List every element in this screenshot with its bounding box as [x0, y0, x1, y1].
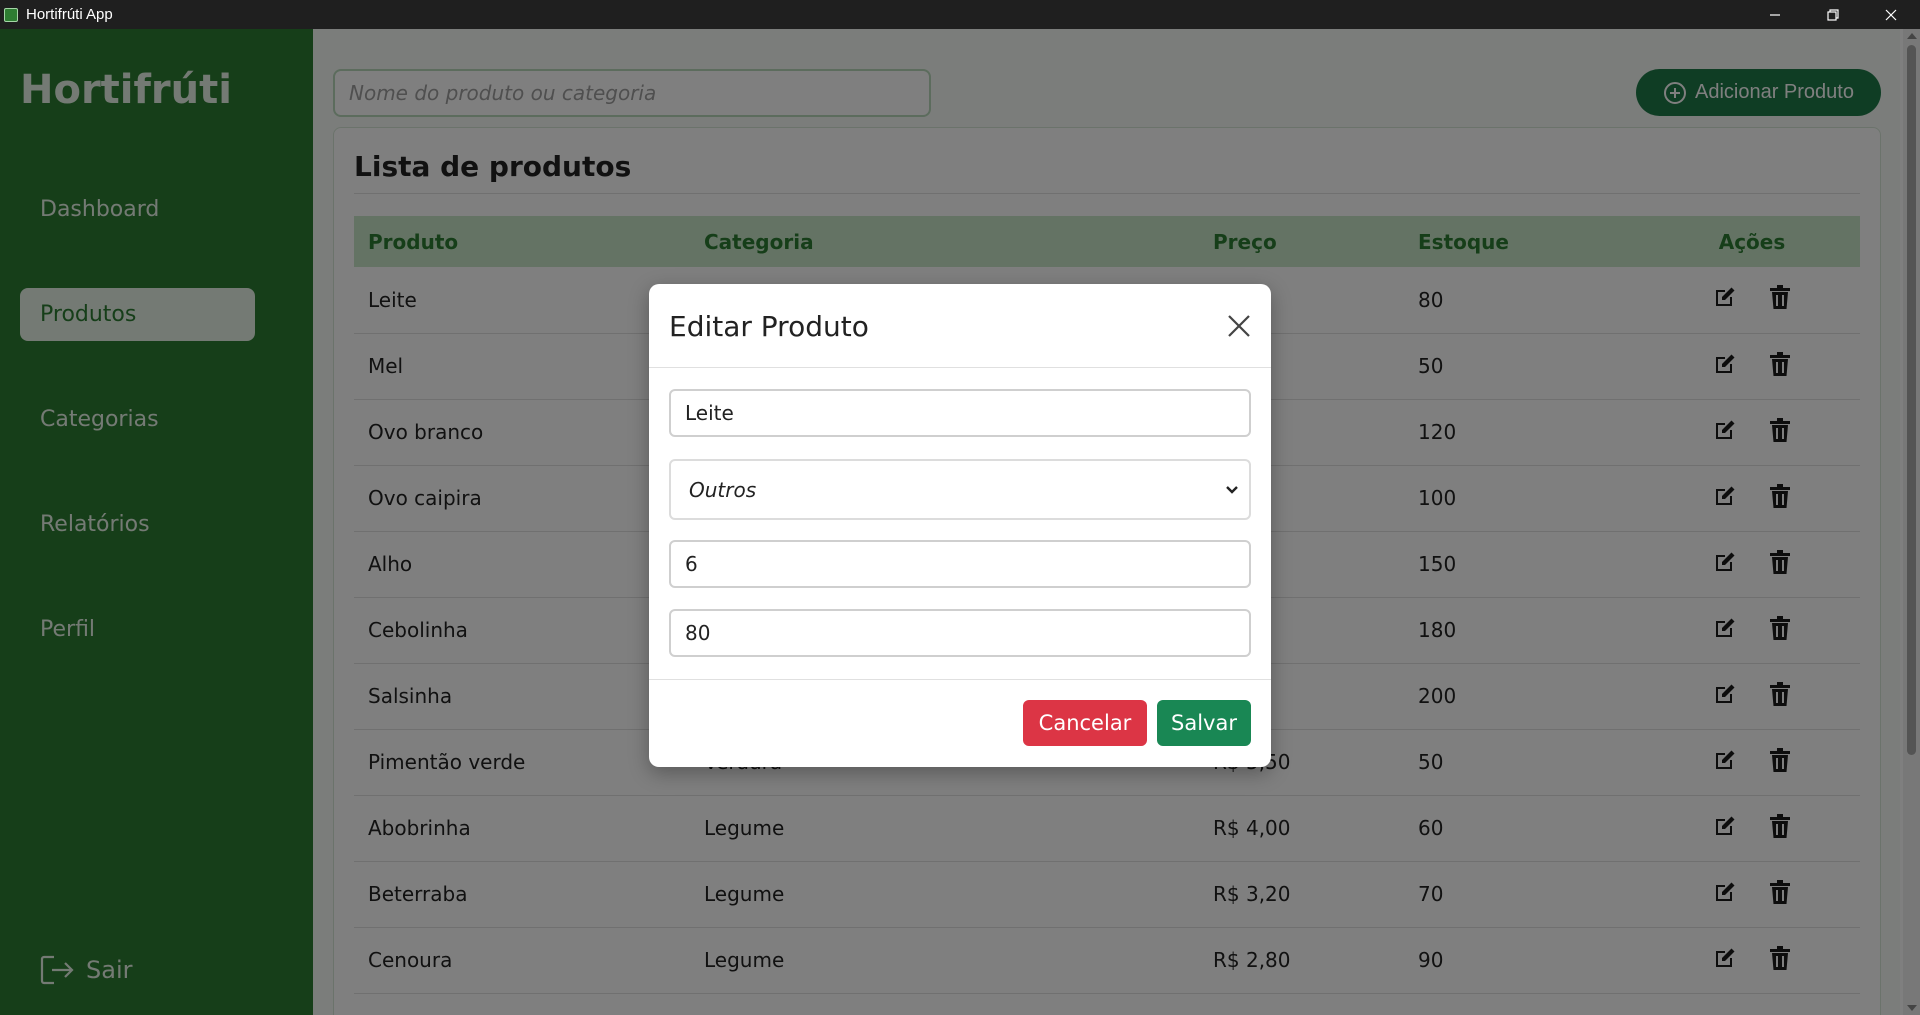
- modal-divider: [649, 679, 1271, 680]
- close-window-button[interactable]: [1862, 0, 1920, 29]
- stock-field[interactable]: [669, 609, 1251, 657]
- chevron-down-icon: [1226, 486, 1238, 494]
- restore-button[interactable]: [1804, 0, 1862, 29]
- restore-icon: [1827, 8, 1839, 21]
- modal-close-button[interactable]: [1225, 312, 1253, 340]
- window-controls: [1746, 0, 1920, 29]
- price-field[interactable]: [669, 540, 1251, 588]
- close-icon: [1228, 315, 1250, 337]
- edit-product-modal: Editar Produto Outros Cancelar Salvar: [649, 284, 1271, 767]
- cancel-button[interactable]: Cancelar: [1023, 700, 1147, 746]
- category-select[interactable]: Outros: [669, 459, 1251, 520]
- title-bar: Hortifrúti App: [0, 0, 1920, 29]
- app-area: Hortifrúti Dashboard Produtos Categorias…: [0, 29, 1920, 1015]
- product-name-field[interactable]: [669, 389, 1251, 437]
- app-icon: [4, 7, 18, 22]
- close-icon: [1885, 9, 1897, 20]
- category-select-value: Outros: [689, 477, 757, 502]
- minimize-button[interactable]: [1746, 0, 1804, 29]
- window-title: Hortifrúti App: [26, 6, 113, 23]
- minimize-icon: [1770, 13, 1780, 16]
- modal-divider: [649, 367, 1271, 368]
- modal-title: Editar Produto: [669, 310, 869, 343]
- save-button[interactable]: Salvar: [1157, 700, 1251, 746]
